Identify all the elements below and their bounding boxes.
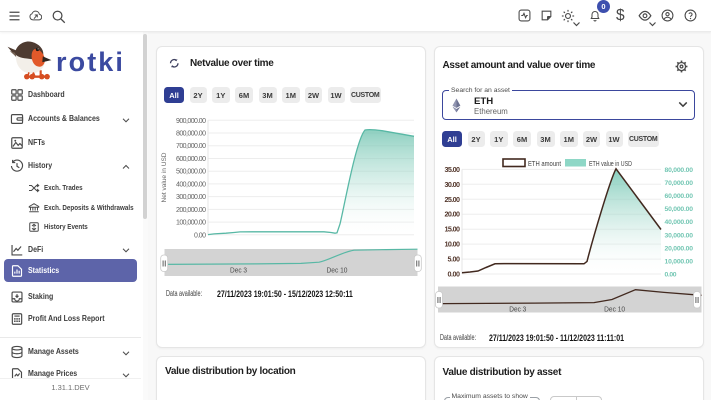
svg-text:5.00: 5.00 — [448, 255, 461, 264]
svg-text:Dec 3: Dec 3 — [509, 305, 526, 314]
svg-text:900,000.00: 900,000.00 — [176, 118, 206, 125]
svg-text:10.00: 10.00 — [445, 240, 461, 249]
svg-text:10,000.00: 10,000.00 — [665, 258, 694, 265]
svg-text:600,000.00: 600,000.00 — [176, 156, 206, 163]
svg-text:20.00: 20.00 — [445, 210, 461, 219]
svg-text:30.00: 30.00 — [445, 180, 461, 189]
svg-text:25.00: 25.00 — [445, 195, 461, 204]
svg-text:Net value in USD: Net value in USD — [161, 152, 168, 202]
svg-text:0.00: 0.00 — [448, 270, 461, 279]
svg-text:80,000.00: 80,000.00 — [665, 167, 694, 174]
svg-text:Dec 10: Dec 10 — [604, 305, 625, 314]
svg-text:700,000.00: 700,000.00 — [176, 143, 206, 150]
svg-text:15.00: 15.00 — [445, 225, 461, 234]
svg-text:35.00: 35.00 — [445, 165, 461, 174]
svg-text:100,000.00: 100,000.00 — [176, 220, 206, 227]
svg-text:800,000.00: 800,000.00 — [176, 131, 206, 138]
svg-text:60,000.00: 60,000.00 — [665, 193, 694, 200]
svg-text:ETH value in USD: ETH value in USD — [589, 159, 632, 168]
svg-text:Dec 3: Dec 3 — [230, 266, 247, 275]
svg-text:500,000.00: 500,000.00 — [176, 169, 206, 176]
svg-text:400,000.00: 400,000.00 — [176, 181, 206, 188]
svg-text:300,000.00: 300,000.00 — [176, 194, 206, 201]
svg-text:0.00: 0.00 — [194, 232, 206, 239]
svg-text:Dec 10: Dec 10 — [327, 266, 348, 275]
svg-text:30,000.00: 30,000.00 — [665, 232, 694, 239]
svg-text:200,000.00: 200,000.00 — [176, 207, 206, 214]
svg-text:70,000.00: 70,000.00 — [665, 180, 694, 187]
svg-text:ETH amount: ETH amount — [528, 159, 561, 168]
svg-text:0.00: 0.00 — [665, 272, 677, 279]
svg-text:50,000.00: 50,000.00 — [665, 206, 694, 213]
svg-text:20,000.00: 20,000.00 — [665, 245, 694, 252]
svg-text:40,000.00: 40,000.00 — [665, 219, 694, 226]
